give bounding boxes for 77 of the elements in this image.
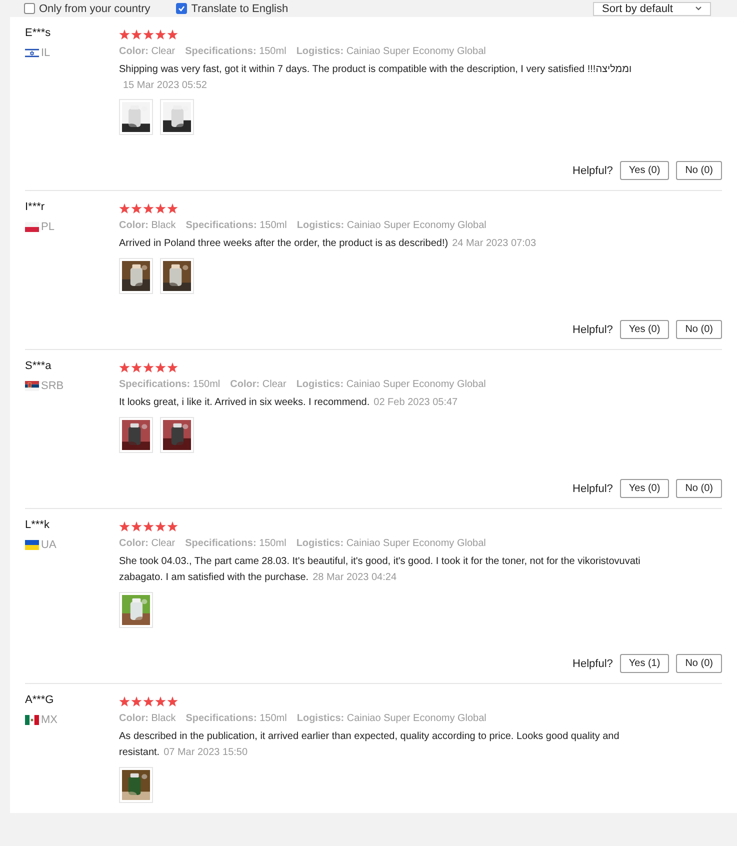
yes-button[interactable]: Yes (0) xyxy=(620,479,670,498)
star-icon xyxy=(143,362,154,373)
product-attribute: Color: Clear xyxy=(230,379,286,390)
star-icon xyxy=(119,203,130,214)
star-icon xyxy=(167,696,178,707)
star-icon xyxy=(143,521,154,532)
product-attribute: Logistics: Cainiao Super Economy Global xyxy=(296,538,486,549)
checkbox[interactable] xyxy=(24,3,35,14)
product-attribute: Color: Clear xyxy=(119,538,176,549)
product-attribute: Specifications: 150ml xyxy=(119,379,220,390)
product-attribute: Specifications: 150ml xyxy=(186,220,287,231)
flag-icon xyxy=(25,381,39,391)
star-icon xyxy=(131,203,142,214)
product-attribute: Specifications: 150ml xyxy=(185,46,286,57)
star-icon xyxy=(119,521,130,532)
product-attribute: Logistics: Cainiao Super Economy Global xyxy=(296,220,486,231)
no-button[interactable]: No (0) xyxy=(676,654,722,673)
caret-icon xyxy=(695,6,702,11)
country-code: MX xyxy=(41,714,58,726)
checkbox-label[interactable]: Translate to English xyxy=(191,2,288,14)
no-button[interactable]: No (0) xyxy=(676,320,722,339)
star-icon xyxy=(167,203,178,214)
no-button[interactable]: No (0) xyxy=(676,161,722,180)
reviewer-name: L***k xyxy=(25,519,50,531)
star-icon xyxy=(143,29,154,40)
star-icon xyxy=(131,696,142,707)
no-button[interactable]: No (0) xyxy=(676,479,722,498)
review-text: As described in the publication, it arrived earlier than expected, quality according to price. Looks good quality and resistant. 07 Mar 2023 15:50 xyxy=(119,730,620,760)
star-icon xyxy=(167,362,178,373)
yes-button[interactable]: Yes (0) xyxy=(620,320,670,339)
star-icon xyxy=(131,362,142,373)
reviewer-name: I***r xyxy=(25,201,46,213)
helpful-label: Helpful? xyxy=(572,658,613,670)
star-icon xyxy=(131,29,142,40)
star-icon xyxy=(155,203,166,214)
star-icon xyxy=(155,696,166,707)
flag-icon xyxy=(25,48,39,58)
product-attribute: Color: Clear xyxy=(119,46,176,57)
star-icon xyxy=(143,203,154,214)
helpful-label: Helpful? xyxy=(572,164,613,176)
helpful-label: Helpful? xyxy=(572,324,613,336)
reviewer-name: E***s xyxy=(25,27,52,39)
country-code: IL xyxy=(41,47,50,59)
review-text: It looks great, i like it. Arrived in six weeks. I recommend. 02 Feb 2023 05:47 xyxy=(119,396,459,410)
reviewer-name: S***a xyxy=(25,360,52,372)
product-attribute: Logistics: Cainiao Super Economy Global xyxy=(296,46,486,57)
product-attribute: Specifications: 150ml xyxy=(185,538,286,549)
star-icon xyxy=(155,362,166,373)
country-code: PL xyxy=(41,221,54,233)
star-icon xyxy=(167,29,178,40)
product-attribute: Logistics: Cainiao Super Economy Global xyxy=(296,379,486,390)
star-icon xyxy=(119,362,130,373)
review-text: She took 04.03., The part came 28.03. It's beautiful, it's good, it's good. I took it for the toner, not for the vikoristovuvati zabagato. I am satisfied with the purchase. 28 Mar 2023 04:24 xyxy=(119,555,642,585)
flag-icon xyxy=(25,715,39,725)
review-text: Arrived in Poland three weeks after the order, the product is as described!) 24 Mar 2023 07:03 xyxy=(119,237,538,251)
star-icon xyxy=(167,521,178,532)
star-icon xyxy=(155,29,166,40)
sort-dropdown[interactable]: Sort by default xyxy=(593,2,711,16)
star-icon xyxy=(155,521,166,532)
product-attribute: Color: Black xyxy=(119,713,176,724)
country-code: UA xyxy=(41,539,56,551)
country-code: SRB xyxy=(41,380,64,392)
helpful-label: Helpful? xyxy=(572,482,613,494)
product-attribute: Logistics: Cainiao Super Economy Global xyxy=(296,713,486,724)
star-icon xyxy=(131,521,142,532)
product-attribute: Specifications: 150ml xyxy=(186,713,287,724)
checkbox[interactable] xyxy=(176,3,188,14)
product-attribute: Color: Black xyxy=(119,220,176,231)
star-icon xyxy=(119,29,130,40)
flag-icon xyxy=(25,540,39,550)
yes-button[interactable]: Yes (1) xyxy=(620,654,670,673)
star-icon xyxy=(143,696,154,707)
yes-button[interactable]: Yes (0) xyxy=(620,161,670,180)
reviewer-name: A***G xyxy=(25,694,55,706)
star-icon xyxy=(119,696,130,707)
flag-icon xyxy=(25,222,39,232)
checkbox-label[interactable]: Only from your country xyxy=(39,2,150,14)
